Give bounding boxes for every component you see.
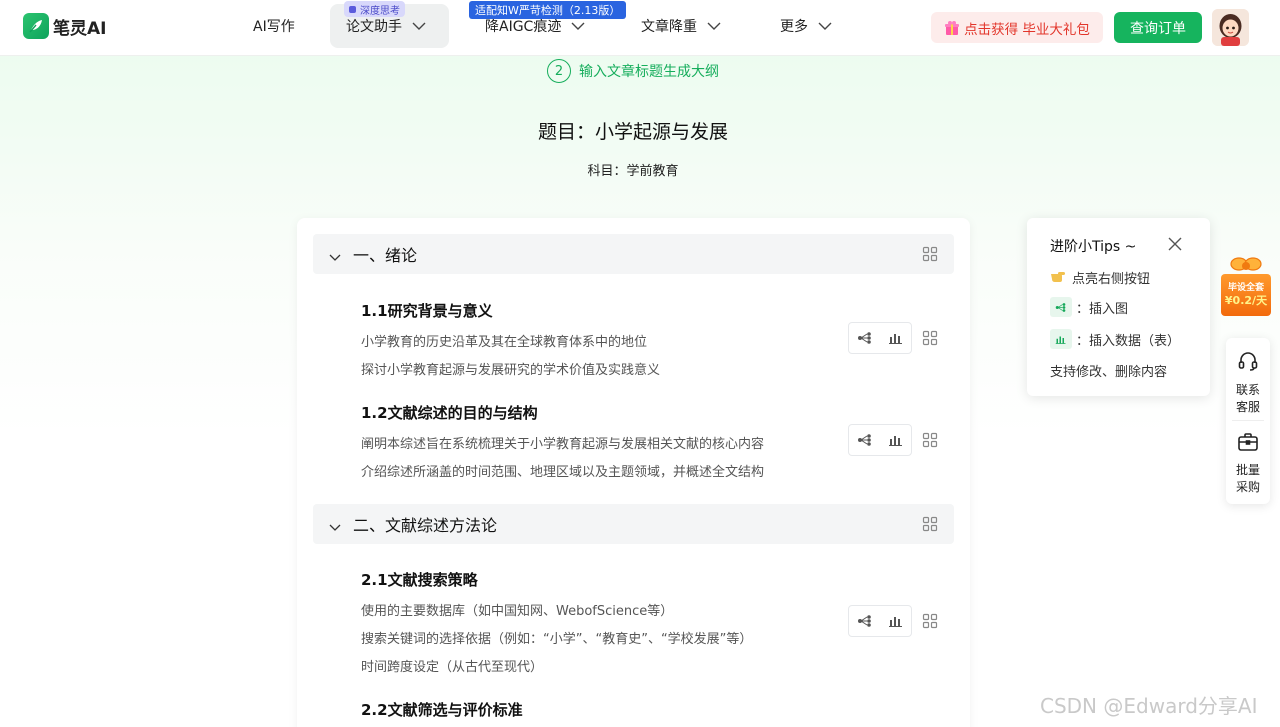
grid-menu-icon[interactable] [922, 330, 938, 350]
deep-thinking-badge: 深度思考 [344, 1, 405, 17]
deep-thinking-badge-text: 深度思考 [360, 5, 400, 17]
detection-version-badge-text: 适配知W严苛检测（2.13版） [475, 4, 621, 17]
grid-menu-icon[interactable] [922, 432, 938, 452]
insert-chart-icon [1050, 329, 1072, 349]
chapter-title: 二、文献综述方法论 [353, 516, 498, 535]
section-title[interactable]: 1.1研究背景与意义 [361, 300, 493, 321]
insert-chart-icon[interactable] [880, 425, 911, 455]
chapter-header[interactable]: 二、文献综述方法论 [313, 504, 954, 544]
step-label: 输入文章标题生成大纲 [579, 64, 719, 80]
paper-title: 题目：小学起源与发展 [537, 121, 728, 143]
nav-more-label: 更多 [780, 19, 808, 35]
query-order-button[interactable]: 查询订单 [1114, 12, 1202, 43]
section-point[interactable]: 介绍综述所涵盖的时间范围、地理区域以及主题领域，并概述全文结构 [361, 461, 764, 480]
gift-icon [944, 20, 960, 36]
divider [1232, 420, 1264, 421]
chevron-down-icon[interactable] [329, 247, 341, 266]
tips-title: 进阶小Tips ~ [1050, 239, 1137, 255]
brand-name: 笔灵AI [53, 18, 107, 39]
insert-diagram-icon[interactable] [849, 425, 880, 455]
side-float-panel: 联系 客服 批量 采购 [1226, 338, 1270, 504]
tips-line3: ：插入数据（表） [1076, 333, 1181, 349]
nav-ai-writing-label: AI写作 [253, 19, 295, 35]
graduation-gift-button[interactable]: 点击获得 毕业大礼包 [931, 12, 1103, 43]
feather-icon [23, 13, 49, 39]
insert-diagram-icon[interactable] [849, 606, 880, 636]
nav-rewrite-label: 文章降重 [641, 19, 697, 35]
contact-service-button[interactable]: 联系 客服 [1226, 350, 1270, 416]
insert-chart-icon[interactable] [880, 606, 911, 636]
section-point[interactable]: 时间跨度设定（从古代至现代） [361, 656, 543, 675]
section-point[interactable]: 阐明本综述旨在系统梳理关于小学教育起源与发展相关文献的核心内容 [361, 433, 764, 452]
chevron-down-icon [412, 22, 426, 31]
top-navbar: 笔灵AI AI写作 论文助手 深度思考 降AIGC痕迹 适配知W严苛检测（2.1… [0, 0, 1280, 56]
contact-service-line1: 联系 [1235, 383, 1260, 397]
promo-line1: 毕设全套 [1227, 283, 1264, 293]
chevron-down-icon [571, 22, 585, 31]
section-toolbar [848, 424, 912, 456]
watermark-text: CSDN @Edward分享AI [1040, 694, 1258, 718]
paper-subject: 科目：学前教育 [587, 164, 679, 179]
section-toolbar [848, 322, 912, 354]
section-toolbar [848, 605, 912, 637]
chevron-down-icon[interactable] [329, 517, 341, 536]
section-point[interactable]: 探讨小学教育起源与发展研究的学术价值及实践意义 [361, 359, 660, 378]
bulk-purchase-line2: 采购 [1235, 480, 1260, 494]
grid-menu-icon[interactable] [922, 246, 938, 266]
brand-logo[interactable]: 笔灵AI [23, 12, 106, 40]
grid-menu-icon[interactable] [922, 516, 938, 536]
graduation-promo-badge[interactable]: 毕设全套 ¥0.2/天 [1220, 254, 1272, 320]
bulk-purchase-line1: 批量 [1235, 463, 1260, 477]
section-title[interactable]: 1.2文献综述的目的与结构 [361, 402, 538, 423]
headset-icon [1237, 350, 1259, 377]
tips-row: 点亮右侧按钮 [1050, 268, 1150, 287]
chapter-header[interactable]: 一、绪论 [313, 234, 954, 274]
tips-line2: ：插入图 [1076, 301, 1129, 317]
user-avatar[interactable] [1212, 9, 1249, 46]
section-title[interactable]: 2.1文献搜索策略 [361, 569, 478, 590]
section-point[interactable]: 小学教育的历史沿革及其在全球教育体系中的地位 [361, 331, 647, 350]
promo-line2: ¥0.2/天 [1224, 294, 1268, 307]
step-indicator: 2 输入文章标题生成大纲 [0, 58, 1266, 84]
tips-line1: 点亮右侧按钮 [1072, 272, 1151, 287]
insert-chart-icon[interactable] [880, 323, 911, 353]
tips-line4: 支持修改、删除内容 [1050, 365, 1168, 380]
tips-row: ：插入图 [1050, 297, 1128, 317]
graduation-gift-label: 点击获得 毕业大礼包 [964, 21, 1090, 38]
grid-menu-icon[interactable] [922, 613, 938, 633]
step-number: 2 [547, 59, 571, 83]
chevron-down-icon [707, 22, 721, 31]
briefcase-icon [1237, 432, 1259, 457]
close-icon[interactable] [1167, 236, 1183, 256]
contact-service-line2: 客服 [1235, 400, 1260, 414]
insert-diagram-icon[interactable] [849, 323, 880, 353]
nav-more[interactable]: 更多 [780, 4, 832, 48]
bulk-purchase-button[interactable]: 批量 采购 [1226, 432, 1270, 496]
outline-card: 一、绪论 1.1研究背景与意义 小学教育的历史沿革及其在全球教育体系中的地位 探… [297, 218, 970, 727]
section-point[interactable]: 搜索关键词的选择依据（例如：“小学”、“教育史”、“学校发展”等） [361, 628, 752, 647]
query-order-label: 查询订单 [1130, 20, 1186, 37]
insert-diagram-icon [1050, 297, 1072, 317]
detection-version-badge: 适配知W严苛检测（2.13版） [469, 1, 627, 19]
sparkle-icon [349, 5, 356, 13]
section-title[interactable]: 2.2文献筛选与评价标准 [361, 699, 523, 720]
section-point[interactable]: 使用的主要数据库（如中国知网、WebofScience等） [361, 600, 673, 619]
nav-paper-assistant-label: 论文助手 [346, 19, 402, 35]
nav-ai-writing[interactable]: AI写作 [253, 4, 295, 48]
chapter-title: 一、绪论 [353, 246, 418, 265]
nav-reduce-aigc-label: 降AIGC痕迹 [485, 19, 562, 35]
gift-bow-icon [1230, 254, 1262, 282]
chevron-down-icon [818, 22, 832, 31]
tips-row: ：插入数据（表） [1050, 329, 1180, 349]
nav-rewrite[interactable]: 文章降重 [641, 4, 721, 48]
tips-popover: 进阶小Tips ~ 点亮右侧按钮 ：插入图 ：插入数据（表） 支持修改、删除内容 [1027, 218, 1210, 396]
pointing-hand-icon [1050, 269, 1066, 287]
